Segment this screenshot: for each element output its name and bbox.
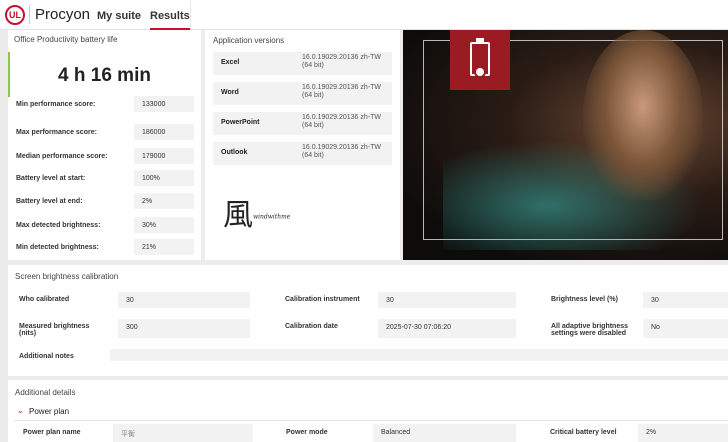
who-label: Who calibrated — [19, 296, 70, 303]
app-version-row: PowerPoint 16.0.19029.20136 zh-TW (64 bi… — [213, 112, 392, 135]
critical-battery-value: 2% — [638, 424, 728, 442]
stat-value: 30% — [134, 217, 194, 233]
watermark-logo: 風windwithme — [223, 198, 291, 233]
app-name: PowerPoint — [221, 119, 260, 126]
app-version-row: Outlook 16.0.19029.20136 zh-TW (64 bit) — [213, 142, 392, 165]
plan-name-label: Power plan name — [23, 429, 81, 436]
instrument-value: 30 — [378, 292, 516, 308]
calibration-card: Screen brightness calibration Who calibr… — [8, 265, 728, 376]
critical-battery-label: Critical battery level — [550, 429, 617, 436]
card-title: Application versions — [213, 36, 285, 45]
nav-my-suite[interactable]: My suite — [97, 10, 141, 22]
battery-life-card: Office Productivity battery life 4 h 16 … — [8, 30, 201, 260]
stat-label: Max detected brightness: — [16, 222, 101, 229]
date-value: 2025-07-30 07:06:20 — [378, 319, 516, 338]
app-version: 16.0.19029.20136 zh-TW (64 bit) — [302, 54, 381, 69]
card-title: Additional details — [15, 388, 76, 397]
who-value: 30 — [118, 292, 250, 308]
power-mode-label: Power mode — [286, 429, 328, 436]
adaptive-value: No — [643, 319, 728, 338]
top-nav: UL Procyon My suite Results — [0, 0, 728, 30]
power-plan-toggle[interactable]: Power plan — [29, 407, 69, 416]
person — [583, 30, 703, 200]
brightness-level-value: 30 — [643, 292, 728, 308]
adaptive-label: All adaptive brightness settings were di… — [551, 323, 629, 337]
ul-logo: UL — [5, 5, 25, 25]
app-version: 16.0.19029.20136 zh-TW (64 bit) — [302, 144, 381, 159]
hero-image — [403, 30, 728, 260]
divider — [29, 6, 30, 24]
stat-value: 179000 — [134, 148, 194, 164]
divider — [14, 420, 728, 421]
brand-name: Procyon — [35, 6, 91, 23]
instrument-label: Calibration instrument — [285, 296, 360, 303]
battery-life-result: 4 h 16 min — [58, 65, 151, 86]
app-versions-card: Application versions Excel 16.0.19029.20… — [205, 30, 400, 260]
battery-terminal — [476, 38, 484, 42]
app-version: 16.0.19029.20136 zh-TW (64 bit) — [302, 114, 381, 129]
date-label: Calibration date — [285, 323, 338, 330]
divider — [190, 0, 191, 30]
plan-name-value: 平衡 — [113, 424, 253, 442]
stat-label: Min performance score: — [16, 101, 96, 108]
measured-value: 300 — [118, 319, 250, 338]
stat-value: 186000 — [134, 124, 194, 140]
app-name: Word — [221, 89, 239, 96]
stat-label: Battery level at end: — [16, 198, 83, 205]
stat-label: Median performance score: — [16, 153, 108, 160]
app-version-row: Excel 16.0.19029.20136 zh-TW (64 bit) — [213, 52, 392, 75]
power-mode-value: Balanced — [373, 424, 516, 442]
battery-badge — [450, 30, 510, 90]
stat-label: Min detected brightness: — [16, 244, 99, 251]
stat-value: 100% — [134, 170, 194, 186]
app-version-row: Word 16.0.19029.20136 zh-TW (64 bit) — [213, 82, 392, 105]
additional-details-card: Additional details ⌄ Power plan Power pl… — [8, 380, 728, 442]
stat-value: 133000 — [134, 96, 194, 112]
nav-results[interactable]: Results — [150, 10, 190, 30]
measured-label: Measured brightness (nits) — [19, 323, 90, 337]
battery-dot — [474, 66, 486, 78]
notes-label: Additional notes — [19, 353, 74, 360]
app-version: 16.0.19029.20136 zh-TW (64 bit) — [302, 84, 381, 99]
stat-value: 21% — [134, 239, 194, 255]
card-title: Office Productivity battery life — [14, 35, 118, 44]
app-name: Excel — [221, 59, 240, 66]
card-title: Screen brightness calibration — [15, 272, 119, 281]
stat-label: Max performance score: — [16, 129, 97, 136]
brightness-level-label: Brightness level (%) — [551, 296, 618, 303]
notes-value — [110, 349, 728, 361]
stat-value: 2% — [134, 193, 194, 209]
app-name: Outlook — [221, 149, 248, 156]
stat-label: Battery level at start: — [16, 175, 86, 182]
chevron-down-icon[interactable]: ⌄ — [17, 406, 24, 415]
